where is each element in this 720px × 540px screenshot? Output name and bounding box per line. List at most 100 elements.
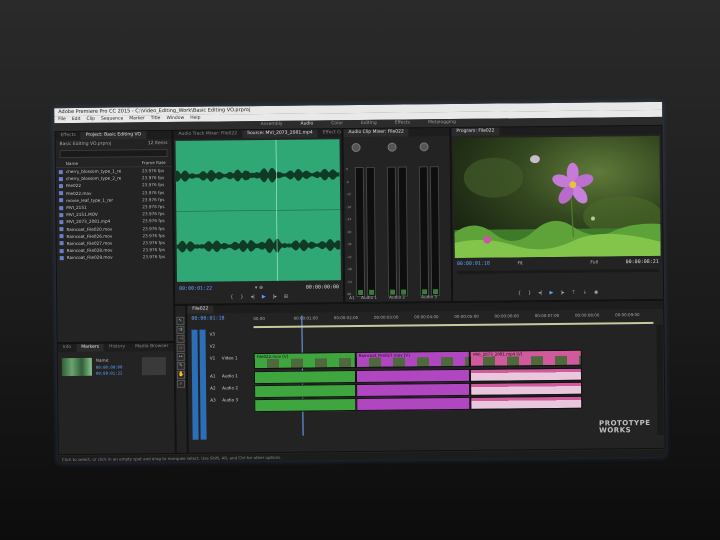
file-label-color-icon bbox=[59, 191, 64, 196]
step-forward-icon[interactable]: |▸ bbox=[273, 294, 277, 300]
source-marker-icon[interactable]: ▾ ⊕ bbox=[255, 285, 263, 291]
tab-info[interactable]: Info bbox=[58, 344, 77, 352]
program-mark-out-icon[interactable]: } bbox=[528, 290, 531, 296]
program-video-frame[interactable] bbox=[453, 135, 661, 259]
program-fit-select[interactable]: Fit bbox=[517, 261, 522, 266]
meter-a3[interactable] bbox=[418, 166, 430, 297]
audio-clip[interactable] bbox=[254, 384, 357, 399]
marker-out-timecode[interactable]: 00:00:01:22 bbox=[96, 370, 123, 375]
extract-icon[interactable]: ⇣ bbox=[583, 290, 587, 296]
ruler-tick-label: 00:00:03:00 bbox=[373, 314, 399, 320]
ruler-tick-label: 00:00:07:00 bbox=[534, 312, 560, 319]
column-name[interactable]: Name bbox=[66, 160, 142, 166]
track-select-tool-icon[interactable]: ⇉ bbox=[176, 325, 185, 334]
db-tick-label: -48 bbox=[346, 267, 352, 272]
tab-markers[interactable]: Markers bbox=[76, 343, 105, 352]
project-file-row[interactable]: Raincoat_File029.mov 23.976 fps bbox=[57, 253, 173, 261]
ruler-tick-label: 00:00:04:00 bbox=[414, 314, 439, 320]
mark-in-icon[interactable]: { bbox=[230, 294, 233, 300]
program-scrubber[interactable] bbox=[456, 268, 659, 274]
marker-comment-field[interactable] bbox=[141, 357, 166, 376]
track-v3-toggle[interactable] bbox=[191, 329, 199, 440]
marker-thumbnail[interactable] bbox=[61, 357, 92, 377]
workspace-effects[interactable]: Effects bbox=[395, 119, 410, 127]
pan-knob-a2[interactable] bbox=[387, 142, 397, 152]
program-step-back-icon[interactable]: ◂| bbox=[538, 290, 542, 296]
meter-a2-b[interactable] bbox=[397, 166, 409, 297]
program-step-forward-icon[interactable]: |▸ bbox=[560, 290, 564, 296]
mixer-label-audio2: Audio 2 bbox=[389, 294, 406, 300]
audio-clip[interactable] bbox=[470, 367, 582, 382]
lift-icon[interactable]: ⇡ bbox=[572, 290, 576, 296]
zoom-tool-icon[interactable]: ⌕ bbox=[177, 379, 186, 388]
track-v2-toggle[interactable] bbox=[199, 329, 207, 440]
source-waveform[interactable] bbox=[175, 139, 341, 282]
source-timecode[interactable]: 00:00:01:22 bbox=[179, 286, 212, 292]
mixer-label-audio1: Audio 1 bbox=[361, 294, 378, 300]
db-tick-label: -18 bbox=[346, 204, 352, 209]
export-frame-icon[interactable]: ◉ bbox=[594, 290, 598, 296]
track-headers: V3 V2 V1 Video 1 A1 Audio 1 A2 Audio 2 A… bbox=[191, 329, 250, 440]
pen-tool-icon[interactable]: ✎ bbox=[176, 361, 185, 370]
audio-clip[interactable] bbox=[356, 382, 471, 398]
audio-clip-mixer: Audio Clip Mixer: File022 0 -6 -12 -18 -24 -3… bbox=[342, 127, 453, 304]
file-label-color-icon bbox=[59, 241, 64, 246]
column-frame-rate[interactable]: Frame Rate bbox=[142, 160, 166, 165]
tab-audio-clip-mixer[interactable]: Audio Clip Mixer: File022 bbox=[343, 128, 409, 138]
meter-a2[interactable] bbox=[386, 166, 398, 297]
project-search-input[interactable] bbox=[59, 149, 168, 159]
insert-icon[interactable]: ⊞ bbox=[284, 294, 288, 300]
program-timecode[interactable]: 00:00:01:18 bbox=[457, 261, 490, 267]
audio-clip[interactable] bbox=[253, 370, 357, 385]
tab-sequence[interactable]: File022 bbox=[187, 305, 214, 314]
tab-audio-track-mixer[interactable]: Audio Track Mixer: File022 bbox=[173, 130, 242, 139]
selection-tool-icon[interactable]: ↖ bbox=[176, 316, 185, 325]
tab-project[interactable]: Project: Basic Editing VO bbox=[80, 131, 147, 140]
workspace-color[interactable]: Color bbox=[331, 120, 343, 128]
video-clip[interactable]: File022.mov [V] bbox=[253, 352, 356, 370]
file-label-color-icon bbox=[59, 212, 64, 217]
program-quality-select[interactable]: Full bbox=[590, 260, 598, 265]
clip-label: File022.mov [V] bbox=[254, 353, 355, 360]
workspace-audio[interactable]: Audio bbox=[300, 120, 313, 128]
tab-history[interactable]: History bbox=[104, 343, 130, 351]
razor-tool-icon[interactable]: ◇ bbox=[176, 343, 185, 352]
play-icon[interactable]: ▶ bbox=[262, 294, 266, 300]
program-timebar: 00:00:01:18 Fit Full 00:00:08:21 bbox=[457, 259, 659, 267]
workspace-assembly[interactable]: Assembly bbox=[261, 121, 283, 129]
workspace-editing[interactable]: Editing bbox=[361, 120, 377, 128]
pan-knob-a1[interactable] bbox=[351, 142, 361, 153]
audio-clip[interactable] bbox=[254, 398, 357, 413]
tab-effects[interactable]: Effects bbox=[55, 132, 80, 140]
marker-in-timecode[interactable]: 00:00:00:00 bbox=[96, 364, 123, 369]
program-play-icon[interactable]: ▶ bbox=[549, 290, 553, 296]
audio-clip[interactable] bbox=[470, 381, 582, 396]
video-clip[interactable]: MVI_2073_2081.mp4 [V] bbox=[470, 349, 582, 367]
tab-media-browser[interactable]: Media Browser bbox=[130, 343, 173, 351]
audio-clip[interactable] bbox=[470, 395, 583, 410]
slip-tool-icon[interactable]: ↔ bbox=[176, 352, 185, 361]
tab-source[interactable]: Source: MVI_2073_2081.mp4 bbox=[242, 129, 318, 139]
program-mark-in-icon[interactable]: { bbox=[518, 290, 521, 296]
ripple-edit-tool-icon[interactable]: ⊣ bbox=[176, 334, 185, 343]
hand-tool-icon[interactable]: ✋ bbox=[176, 370, 185, 379]
mark-out-icon[interactable]: } bbox=[240, 294, 243, 300]
timeline-vscroll[interactable] bbox=[656, 324, 664, 435]
meter-a3-b[interactable] bbox=[429, 166, 441, 297]
program-duration: 00:00:08:21 bbox=[625, 258, 659, 266]
step-back-icon[interactable]: ◂| bbox=[251, 294, 255, 300]
tab-effect-controls[interactable]: Effect Controls bbox=[318, 129, 342, 137]
tab-program[interactable]: Program: File022 bbox=[451, 127, 500, 137]
timeline-timecode[interactable]: 00:00:01:18 bbox=[191, 315, 224, 321]
file-name: cherry_blossom_type_2_re bbox=[65, 175, 122, 182]
audio-clip[interactable] bbox=[356, 396, 471, 412]
pan-knob-a3[interactable] bbox=[419, 142, 429, 152]
file-frame-rate: 23.976 fps bbox=[142, 247, 165, 253]
db-tick-label: -24 bbox=[346, 217, 352, 222]
mixer-channel-a1: A1 bbox=[349, 295, 355, 301]
ruler-tick-label: 00:00:06:00 bbox=[494, 313, 519, 319]
meter-a1-b[interactable] bbox=[365, 166, 377, 297]
audio-clip[interactable] bbox=[355, 368, 471, 384]
meter-a1[interactable] bbox=[354, 166, 366, 298]
video-clip[interactable]: Raincoat_File027.mov [V] bbox=[355, 350, 471, 369]
